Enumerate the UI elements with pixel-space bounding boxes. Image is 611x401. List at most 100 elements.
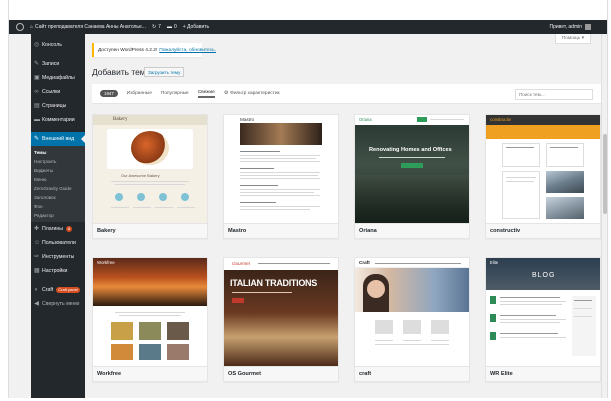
my-account-link[interactable]: Привет, admin [546, 20, 607, 34]
thumb-hero-title: Renovating Homes and Offices [369, 147, 452, 153]
upload-theme-button[interactable]: Загрузить тему [144, 67, 185, 77]
comment-icon: ▬ [34, 116, 40, 123]
thumb-date [490, 332, 496, 340]
sidebar-item-pages[interactable]: ▤ Страницы [31, 99, 85, 113]
settings-icon: ▦ [34, 267, 40, 274]
thumb-logo: Elite [490, 260, 499, 265]
comments-icon: ▬ [166, 24, 172, 30]
thumb-circle [115, 193, 123, 201]
theme-card[interactable]: Oriana Renovating Homes and Offices Oria… [354, 114, 470, 239]
gear-icon: ⚙ [223, 91, 229, 96]
theme-card[interactable]: Elite BLOG WR Elite [485, 257, 601, 382]
theme-screenshot: Oriana Renovating Homes and Offices [355, 115, 469, 223]
sidebar-item-posts[interactable]: ✎ Записи [31, 57, 85, 71]
theme-name: WR Elite [486, 366, 600, 381]
site-name-link[interactable]: ⌂ Сайт преподавателя Санаева Анны Анатол… [27, 20, 149, 34]
update-link[interactable]: Пожалуйста, обновитесь. [159, 48, 216, 53]
comments-count: 0 [173, 24, 177, 30]
thumb-nav-button [417, 117, 427, 122]
theme-screenshot: Elite BLOG [486, 258, 600, 366]
comments-link[interactable]: ▬ 0 [164, 20, 180, 34]
tab-latest[interactable]: Свежие [197, 90, 215, 98]
theme-card[interactable]: Mastro Mastro [223, 114, 339, 239]
sidebar-item-craft[interactable]: ◐ Craft Craft panel [31, 283, 85, 297]
sidebar-item-label: Страницы [42, 103, 67, 109]
appearance-submenu: Темы Настроить Виджеты Меню ZeroGravity … [31, 146, 85, 222]
feature-filter-link[interactable]: ⚙ Фильтр характеристик [224, 91, 280, 96]
thumb-banner [486, 125, 600, 139]
wordpress-logo-icon[interactable] [9, 20, 27, 34]
dashboard-icon: ◎ [34, 41, 40, 48]
sidebar-item-media[interactable]: ▣ Медиафайлы [31, 71, 85, 85]
update-notice: Доступен WordPress 4.2.2! Пожалуйста, об… [92, 43, 216, 57]
craft-icon: ◐ [34, 286, 39, 293]
thumb-circle [137, 193, 145, 201]
thumb-box [502, 171, 540, 219]
sidebar-item-dashboard[interactable]: ◎ Консоль [31, 38, 85, 52]
sidebar-item-links[interactable]: ∞ Ссылки [31, 85, 85, 99]
left-gap [9, 34, 31, 398]
theme-card[interactable]: Gourmet ITALIAN TRADITIONS OS Gourmet [223, 257, 339, 382]
sidebar-item-label: Консоль [42, 42, 62, 48]
theme-name: Bakery [93, 223, 207, 238]
thumb-photo [546, 197, 584, 219]
thumb-photo [139, 322, 161, 340]
theme-name: Workfree [93, 366, 207, 381]
media-icon: ▣ [34, 74, 40, 81]
thumb-feature-box [375, 320, 393, 334]
sidebar-item-label: Плагины [42, 226, 64, 232]
submenu-menus[interactable]: Меню [31, 175, 85, 184]
tools-icon: ✑ [34, 253, 40, 260]
top-strip [9, 0, 607, 20]
sidebar-item-users[interactable]: ☺ Пользователи [31, 236, 85, 250]
collapse-label: Свернуть меню [42, 301, 80, 307]
avatar [585, 24, 591, 30]
theme-card[interactable]: Bakery Our Awesome Bakery Bakery [92, 114, 208, 239]
theme-count: 1947 [100, 90, 118, 97]
theme-screenshot: Workfree [93, 258, 207, 366]
updates-icon: ↻ [151, 24, 157, 30]
sidebar-item-comments[interactable]: ▬ Комментарии [31, 113, 85, 127]
sidebar-item-tools[interactable]: ✑ Инструменты [31, 250, 85, 264]
theme-name: Mastro [224, 223, 338, 238]
theme-card[interactable]: Workfree Workfree [92, 257, 208, 382]
sidebar-item-label: Настройки [42, 268, 68, 274]
theme-card[interactable]: constructiv constructiv [485, 114, 601, 239]
sidebar-item-appearance[interactable]: ✎ Внешний вид [31, 132, 85, 146]
sidebar-item-label: Пользователи [42, 240, 76, 246]
notice-text: Доступен WordPress 4.2.2! [98, 47, 158, 53]
new-label: + Добавить [182, 24, 210, 30]
thumb-logo: Craft [359, 260, 370, 265]
tab-popular[interactable]: Популярные [161, 91, 189, 96]
thumb-face [367, 280, 385, 298]
submenu-customize[interactable]: Настроить [31, 157, 85, 166]
submenu-header[interactable]: Заголовок [31, 193, 85, 202]
sidebar-item-plugins[interactable]: ✚ Плагины 6 [31, 222, 85, 236]
help-tab[interactable]: Помощь ▾ [554, 34, 591, 44]
theme-filter-bar: 1947 Избранные Популярные Свежие ⚙ Фильт… [92, 84, 603, 104]
submenu-editor[interactable]: Редактор [31, 211, 85, 220]
vertical-scrollbar[interactable] [601, 34, 607, 398]
submenu-background[interactable]: Фон [31, 202, 85, 211]
sidebar-item-label: Медиафайлы [42, 75, 75, 81]
updates-link[interactable]: ↻ 7 [149, 20, 164, 34]
thumb-hero-title: ITALIAN TRADITIONS [230, 278, 317, 288]
submenu-widgets[interactable]: Виджеты [31, 166, 85, 175]
thumb-hero-shade [355, 175, 469, 223]
new-content-link[interactable]: + Добавить [180, 20, 212, 34]
sidebar-item-label: Craft [42, 287, 54, 293]
tab-featured[interactable]: Избранные [127, 91, 152, 96]
submenu-themes[interactable]: Темы [31, 148, 85, 157]
admin-bar: ⌂ Сайт преподавателя Санаева Анны Анатол… [9, 20, 607, 34]
scrollbar-thumb[interactable] [603, 134, 607, 214]
submenu-zerogravity-guide[interactable]: ZeroGravity Guide [31, 184, 85, 193]
sidebar-item-settings[interactable]: ▦ Настройки [31, 264, 85, 278]
thumb-date [490, 314, 496, 322]
theme-card[interactable]: Craft craft [354, 257, 470, 382]
thumb-header [93, 115, 207, 125]
collapse-menu-button[interactable]: ◀ Свернуть меню [31, 297, 85, 311]
thumb-photo [139, 344, 161, 360]
thumb-feature-box [431, 320, 449, 334]
search-themes-input[interactable] [515, 89, 593, 100]
users-icon: ☺ [34, 239, 41, 246]
